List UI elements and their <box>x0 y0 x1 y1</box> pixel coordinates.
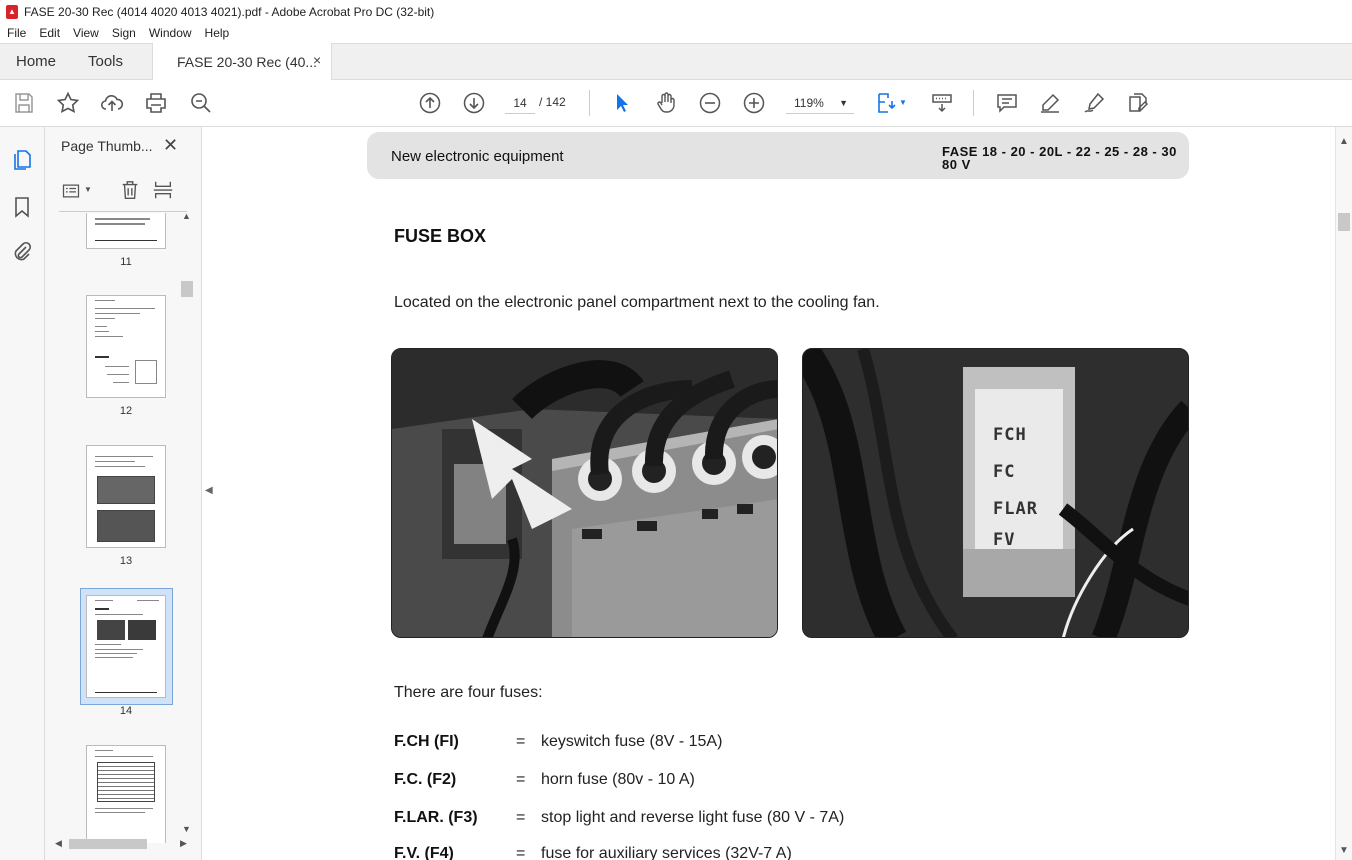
fuse-box-closeup-photo: FCH FC FLAR FV <box>802 348 1189 638</box>
tab-home[interactable]: Home <box>16 53 56 70</box>
hand-tool-icon[interactable] <box>653 90 679 116</box>
thumbnail-page-14[interactable] <box>86 595 166 698</box>
thumbnail-page-number: 13 <box>119 555 133 567</box>
thumbnails-panel-title: Page Thumb... <box>61 138 153 154</box>
scroll-mode-icon[interactable] <box>929 90 955 116</box>
acrobat-pdf-icon: ▲ <box>6 4 18 19</box>
panel-divider <box>59 211 187 212</box>
select-cursor-icon[interactable] <box>609 90 635 116</box>
fit-page-dropdown-icon[interactable]: ▼ <box>899 98 907 107</box>
tab-document[interactable]: FASE 20-30 Rec (40... × <box>152 43 332 81</box>
delete-page-trash-icon[interactable] <box>119 179 141 201</box>
window-title: FASE 20-30 Rec (4014 4020 4013 4021).pdf… <box>24 4 435 19</box>
thumbnail-page-11[interactable] <box>86 213 166 249</box>
thumbnails-toolbar: ▼ <box>57 177 187 205</box>
next-page-icon[interactable] <box>461 90 487 116</box>
menu-file[interactable]: File <box>0 26 32 40</box>
scrollbar-thumb[interactable] <box>69 839 147 849</box>
thumbnail-options-dropdown-icon[interactable]: ▼ <box>84 185 92 194</box>
thumbnail-page-15[interactable] <box>86 745 166 843</box>
left-navigation-rail <box>0 127 45 860</box>
save-icon[interactable] <box>11 90 37 116</box>
highlight-pen-icon[interactable] <box>1037 90 1063 116</box>
page-header-band: New electronic equipment FASE 18 - 20 - … <box>367 132 1189 179</box>
zoom-level-value: 119% <box>794 96 824 110</box>
page-header-models: FASE 18 - 20 - 20L - 22 - 25 - 28 - 30 8… <box>942 144 1177 172</box>
thumbnails-vertical-scrollbar[interactable]: ▲ ▼ <box>180 211 194 834</box>
scroll-right-icon[interactable]: ▶ <box>180 838 187 849</box>
edit-stamp-icon[interactable] <box>1125 90 1151 116</box>
page-thumbnails-icon[interactable] <box>10 148 34 172</box>
menu-bar: File Edit View Sign Window Help <box>0 23 1352 43</box>
scrollbar-thumb[interactable] <box>1338 213 1350 231</box>
zoom-search-icon[interactable] <box>188 90 214 116</box>
fuse-row: F.C. (F2) = horn fuse (80v - 10 A) <box>394 771 695 788</box>
menu-window[interactable]: Window <box>142 26 198 40</box>
tab-document-label: FASE 20-30 Rec (40... <box>177 54 318 70</box>
menu-edit[interactable]: Edit <box>32 26 66 40</box>
thumbnail-page-13[interactable] <box>86 445 166 548</box>
fuse-row: F.V. (F4) = fuse for auxiliary services … <box>394 845 792 860</box>
menu-view[interactable]: View <box>66 26 105 40</box>
section-heading: FUSE BOX <box>394 226 487 246</box>
chevron-down-icon: ▼ <box>839 98 848 108</box>
comment-icon[interactable] <box>994 90 1020 116</box>
thumbnail-list: 11 12 13 14 <box>45 213 180 843</box>
thumbnail-page-number: 14 <box>119 705 133 717</box>
fuse-row: F.CH (FI) = keyswitch fuse (8V - 15A) <box>394 733 723 750</box>
thumbnails-horizontal-scrollbar[interactable]: ◀ ▶ <box>53 837 193 851</box>
tab-tools[interactable]: Tools <box>88 53 123 70</box>
print-icon[interactable] <box>143 90 169 116</box>
previous-page-icon[interactable] <box>417 90 443 116</box>
menu-help[interactable]: Help <box>198 26 236 40</box>
window-titlebar: ▲ FASE 20-30 Rec (4014 4020 4013 4021).p… <box>0 0 1352 23</box>
tab-bar: Home Tools FASE 20-30 Rec (40... × <box>0 43 1352 81</box>
fit-page-icon[interactable] <box>875 90 901 116</box>
scroll-up-icon[interactable]: ▲ <box>182 211 191 221</box>
intro-paragraph: Located on the electronic panel compartm… <box>394 294 880 311</box>
scroll-up-icon[interactable]: ▲ <box>1339 136 1349 147</box>
zoom-level-select[interactable]: 119% ▼ <box>786 92 854 114</box>
zoom-in-icon[interactable] <box>741 90 767 116</box>
zoom-out-icon[interactable] <box>697 90 723 116</box>
document-vertical-scrollbar[interactable]: ▲ ▼ <box>1335 127 1352 860</box>
scroll-left-icon[interactable]: ◀ <box>55 838 62 849</box>
page-total: / 142 <box>539 95 566 109</box>
collapse-panel-icon[interactable]: ◀ <box>205 485 213 496</box>
fuse-box-location-photo <box>391 348 778 638</box>
scroll-down-icon[interactable]: ▼ <box>182 824 191 834</box>
close-tab-icon[interactable]: × <box>313 52 321 68</box>
page-number-input[interactable]: 14 <box>505 92 535 114</box>
fuse-labels: FCH FC FLAR FV <box>993 425 1038 550</box>
thumbnail-page-12[interactable] <box>86 295 166 398</box>
bookmark-star-icon[interactable] <box>55 90 81 116</box>
document-view: New electronic equipment FASE 18 - 20 - … <box>220 127 1335 860</box>
page-header-section: New electronic equipment <box>391 148 564 165</box>
close-panel-icon[interactable]: ✕ <box>163 135 178 156</box>
attachments-paperclip-icon[interactable] <box>10 240 34 264</box>
cloud-upload-icon[interactable] <box>99 90 125 116</box>
menu-sign[interactable]: Sign <box>105 26 142 40</box>
thumbnail-options-icon[interactable] <box>61 181 81 201</box>
main-toolbar: 14 / 142 119% ▼ ▼ <box>0 80 1352 127</box>
toolbar-divider <box>589 90 590 116</box>
thumbnail-page-number: 11 <box>120 256 132 268</box>
scroll-down-icon[interactable]: ▼ <box>1339 845 1349 856</box>
toolbar-divider <box>973 90 974 116</box>
bookmarks-icon[interactable] <box>10 195 34 219</box>
scrollbar-thumb[interactable] <box>181 281 193 297</box>
extract-pages-icon[interactable] <box>152 179 174 201</box>
fuse-row: F.LAR. (F3) = stop light and reverse lig… <box>394 809 845 826</box>
sign-pen-icon[interactable] <box>1081 90 1107 116</box>
page-thumbnails-panel: Page Thumb... ✕ ▼ 11 12 13 14 ▲ ▼ ◀ ▶ <box>45 127 202 860</box>
fuses-intro: There are four fuses: <box>394 684 543 701</box>
thumbnail-page-number: 12 <box>119 405 133 417</box>
